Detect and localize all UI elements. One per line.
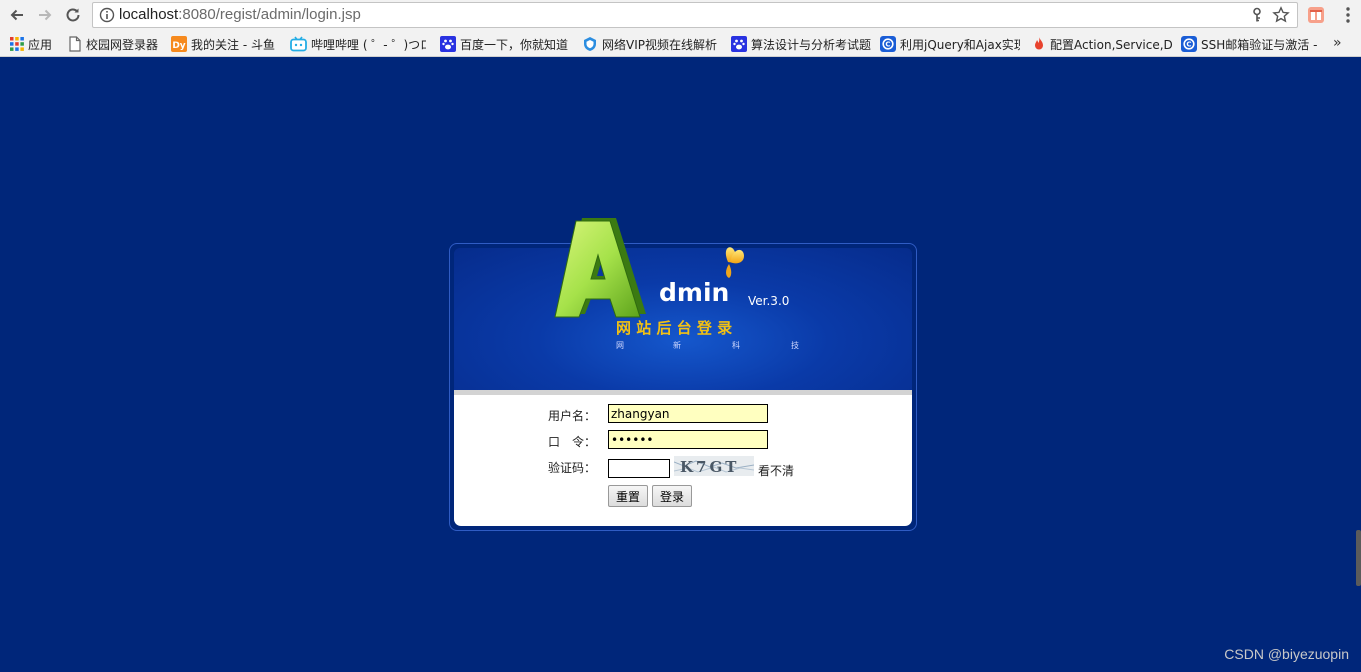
bookmark-label: 哔哩哔哩 ( ゜- ゜)つロ bbox=[311, 37, 426, 52]
bookmark-config-action[interactable]: 配置Action,Service,D bbox=[1032, 35, 1172, 53]
csdn-icon: C bbox=[880, 36, 896, 52]
csdn-icon: C bbox=[1181, 36, 1197, 52]
username-input[interactable] bbox=[608, 404, 768, 423]
bookmark-baidu[interactable]: 百度一下，你就知道 bbox=[440, 35, 572, 53]
address-url[interactable]: localhost:8080/regist/admin/login.jsp bbox=[119, 6, 361, 23]
login-form: 用户名： 口 令： 验证码： K7GT 看不清 重置 登录 bbox=[454, 395, 912, 526]
bookmark-label: 利用jQuery和Ajax实现 bbox=[900, 37, 1020, 52]
bookmark-jquery-ajax[interactable]: C 利用jQuery和Ajax实现 bbox=[880, 35, 1020, 53]
bookmark-label: 应用 bbox=[28, 37, 53, 52]
reload-icon bbox=[66, 8, 80, 22]
reset-button[interactable]: 重置 bbox=[608, 485, 648, 507]
key-icon[interactable] bbox=[1249, 7, 1265, 23]
logo-letter: A bbox=[598, 300, 599, 303]
reload-button[interactable] bbox=[62, 4, 84, 26]
logo-subtitle-3: 科 bbox=[732, 340, 740, 350]
forward-button[interactable] bbox=[34, 4, 56, 26]
logo-title: 网 站 后 台 登 录 bbox=[616, 319, 732, 337]
bookmark-star-icon[interactable] bbox=[1272, 6, 1290, 24]
captcha-text: K7GT bbox=[680, 458, 739, 476]
bookmark-label: 校园网登录器 bbox=[86, 37, 159, 52]
bookmark-vip-video[interactable]: 网络VIP视频在线解析 bbox=[582, 35, 720, 53]
site-info-icon[interactable] bbox=[99, 7, 115, 23]
admin-logo: A dmin Ver.3.0 网 站 后 台 登 录 网 新 科 技 bbox=[554, 218, 799, 350]
butterfly-icon bbox=[725, 247, 744, 278]
bookmark-apps[interactable]: 应用 bbox=[10, 35, 60, 53]
svg-text:Dy: Dy bbox=[172, 41, 185, 51]
password-label: 口 令： bbox=[548, 435, 597, 449]
logo-subtitle-2: 新 bbox=[673, 340, 681, 350]
logo-subtitle-1: 网 bbox=[616, 341, 624, 350]
bookmark-label: SSH邮箱验证与激活 - bbox=[1201, 37, 1318, 52]
back-button[interactable] bbox=[6, 4, 28, 26]
password-input[interactable] bbox=[608, 430, 768, 449]
bilibili-icon bbox=[290, 36, 307, 52]
address-bar[interactable]: localhost:8080/regist/admin/login.jsp bbox=[92, 2, 1298, 28]
bookmarks-overflow-button[interactable]: » bbox=[1333, 35, 1342, 51]
bookmark-label: 算法设计与分析考试题 bbox=[751, 37, 871, 52]
captcha-label: 验证码： bbox=[548, 461, 597, 475]
shield-icon bbox=[584, 37, 596, 51]
logo-version: Ver.3.0 bbox=[748, 294, 789, 308]
svg-text:C: C bbox=[1186, 41, 1191, 49]
logo-subtitle-4: 技 bbox=[791, 340, 799, 350]
bookmark-ssh-email[interactable]: C SSH邮箱验证与激活 - bbox=[1181, 35, 1321, 53]
apps-grid-icon bbox=[10, 37, 24, 51]
baidu-paw-icon bbox=[731, 36, 747, 52]
browser-menu-icon[interactable] bbox=[1340, 6, 1356, 24]
login-panel: A dmin Ver.3.0 网 站 后 台 登 录 网 新 科 技 用户名： … bbox=[449, 218, 917, 531]
bookmark-label: 我的关注 - 斗鱼 bbox=[191, 37, 275, 52]
forward-arrow-icon bbox=[39, 9, 52, 21]
logo-word: dmin bbox=[659, 278, 729, 307]
login-button[interactable]: 登录 bbox=[652, 485, 692, 507]
scrollbar-thumb[interactable] bbox=[1356, 530, 1361, 586]
bookmarks-bar: 应用 校园网登录器 Dy 我的关注 - 斗鱼 哔哩哔哩 ( ゜- ゜)つロ 百度… bbox=[0, 31, 1361, 57]
page-icon bbox=[69, 36, 81, 52]
extension-icon[interactable] bbox=[1307, 6, 1325, 24]
back-arrow-icon bbox=[10, 9, 23, 21]
csdn-watermark: CSDN @biyezuopin bbox=[1224, 646, 1349, 662]
captcha-input[interactable] bbox=[608, 459, 670, 478]
bookmark-douyu[interactable]: Dy 我的关注 - 斗鱼 bbox=[171, 35, 281, 53]
douyu-icon: Dy bbox=[171, 36, 187, 52]
bookmark-campus-login[interactable]: 校园网登录器 bbox=[68, 35, 164, 53]
baidu-paw-icon bbox=[440, 36, 456, 52]
bookmark-label: 网络VIP视频在线解析 bbox=[602, 37, 717, 52]
bookmark-bilibili[interactable]: 哔哩哔哩 ( ゜- ゜)つロ bbox=[290, 35, 426, 53]
bookmark-label: 配置Action,Service,D bbox=[1050, 37, 1172, 52]
username-label: 用户名： bbox=[548, 409, 597, 423]
captcha-image[interactable]: K7GT bbox=[674, 456, 754, 476]
bookmark-label: 百度一下，你就知道 bbox=[460, 37, 569, 52]
bookmark-algorithm-exam[interactable]: 算法设计与分析考试题 bbox=[731, 35, 871, 53]
svg-text:C: C bbox=[885, 41, 890, 49]
browser-toolbar: localhost:8080/regist/admin/login.jsp bbox=[0, 0, 1361, 31]
flame-icon bbox=[1035, 37, 1043, 50]
captcha-refresh-link[interactable]: 看不清 bbox=[758, 462, 794, 479]
